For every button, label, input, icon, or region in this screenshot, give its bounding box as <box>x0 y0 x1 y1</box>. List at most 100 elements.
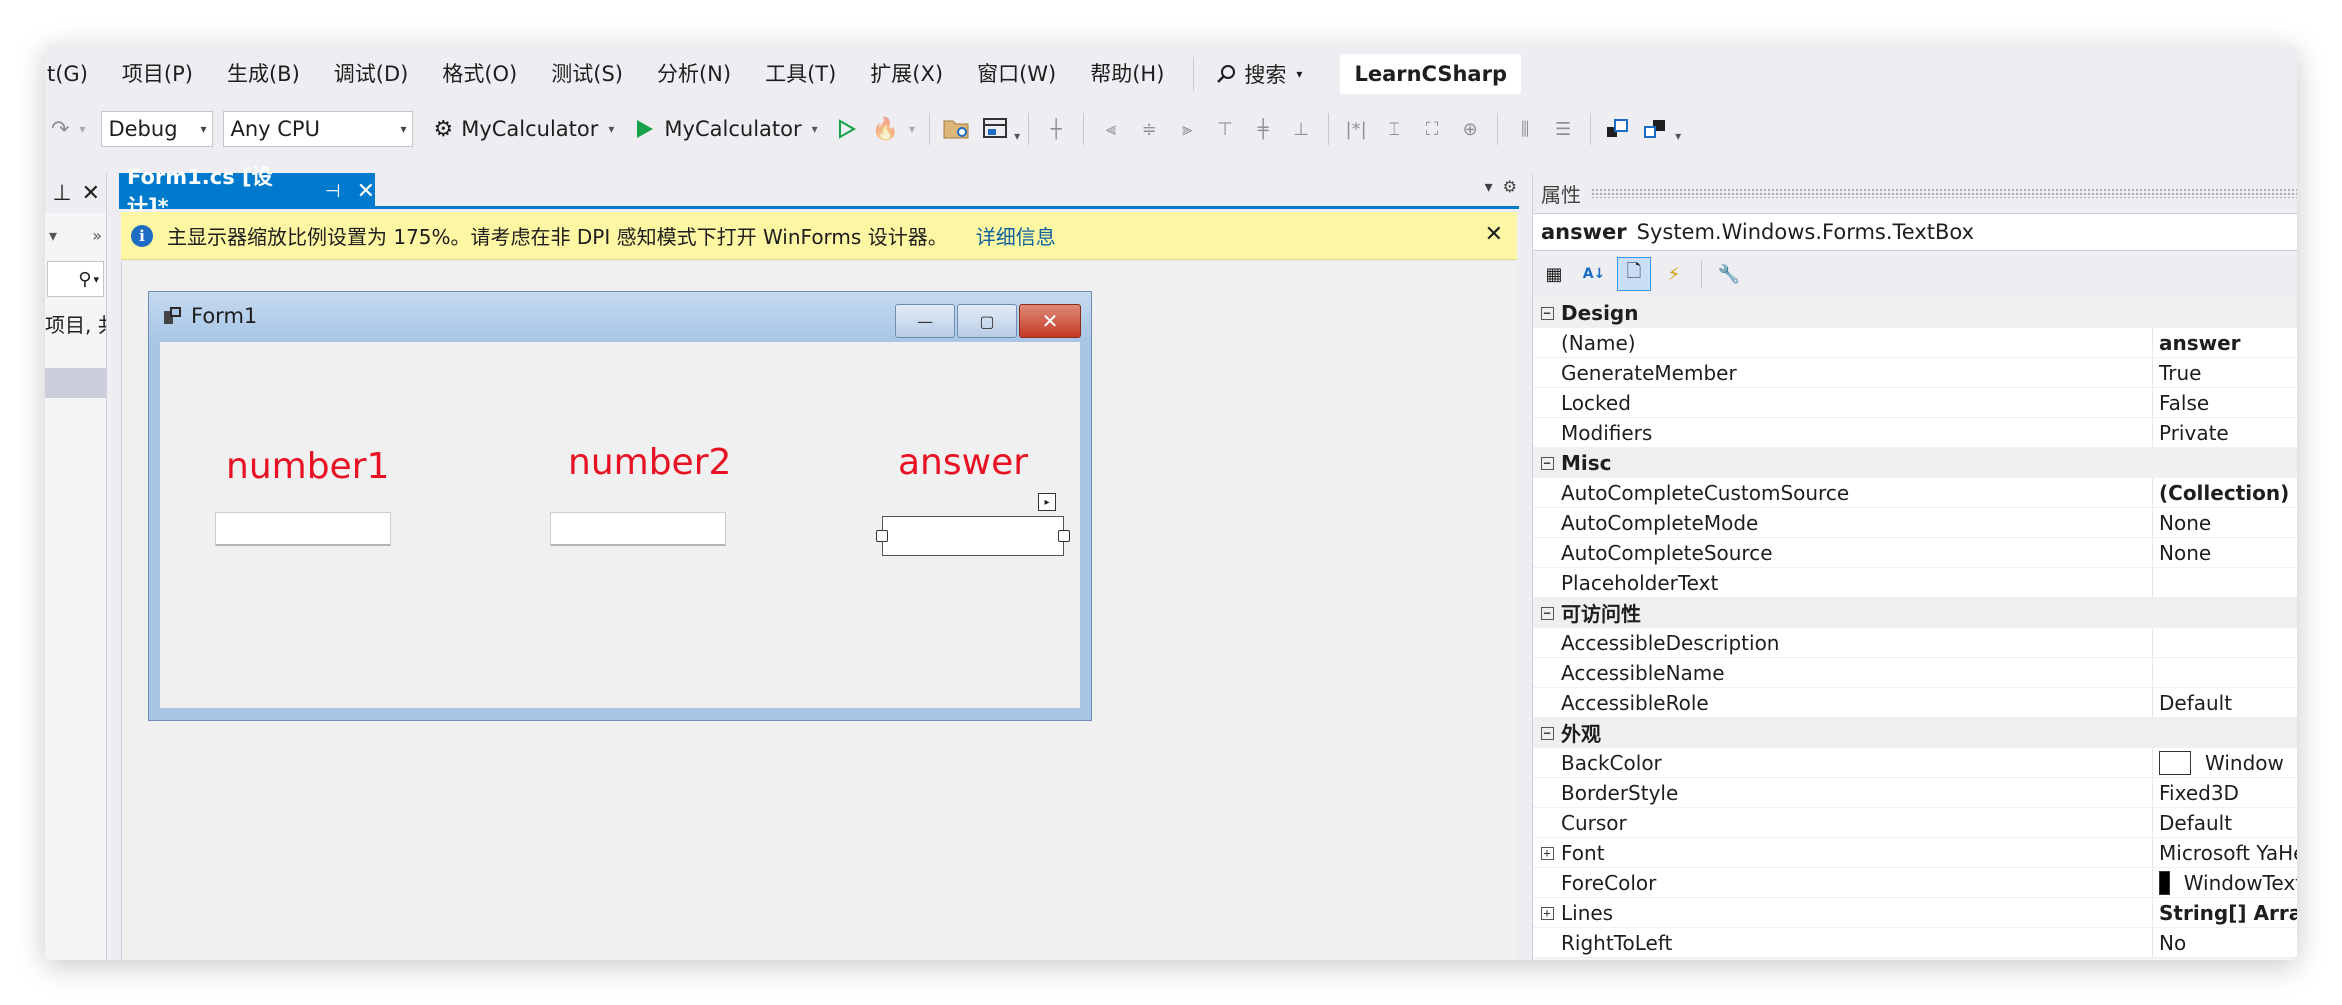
form1-window[interactable]: Form1 — ▢ ✕ number1 number2 answer ▸ <box>148 291 1092 721</box>
configuration-dropdown[interactable]: Debug ▾ <box>101 111 214 147</box>
properties-button[interactable]: 🗋 <box>1617 257 1651 291</box>
property-row[interactable]: PlaceholderText <box>1533 568 2297 598</box>
collapse-icon[interactable]: − <box>1533 725 1561 741</box>
layout-button[interactable] <box>980 114 1010 144</box>
selected-tree-item[interactable] <box>45 368 106 398</box>
property-row[interactable]: AutoCompleteMode None <box>1533 508 2297 538</box>
send-to-back-button[interactable] <box>1641 114 1671 144</box>
close-button[interactable]: ✕ <box>1019 304 1081 338</box>
pin-icon[interactable]: ⊥ <box>52 181 71 206</box>
property-value[interactable] <box>2152 628 2297 657</box>
category-accessibility[interactable]: − 可访问性 <box>1533 598 2297 628</box>
menu-project[interactable]: 项目(P) <box>105 45 210 103</box>
menu-format[interactable]: 格式(O) <box>425 45 534 103</box>
menu-analyze[interactable]: 分析(N) <box>640 45 748 103</box>
property-row[interactable]: BorderStyle Fixed3D <box>1533 778 2297 808</box>
start-debugging-button[interactable]: MyCalculator ▾ <box>630 109 823 149</box>
open-folder-button[interactable] <box>942 114 972 144</box>
vertical-spacing-button[interactable]: ☰ <box>1548 114 1578 144</box>
search-button[interactable]: 搜索 ▾ <box>1206 45 1312 103</box>
align-bottoms-button[interactable]: ⊥ <box>1286 114 1316 144</box>
category-misc[interactable]: − Misc <box>1533 448 2297 478</box>
close-icon[interactable]: ✕ <box>1485 222 1503 247</box>
answer-label[interactable]: answer <box>898 442 1028 483</box>
property-value[interactable] <box>2152 658 2297 687</box>
horizontal-spacing-button[interactable]: ⫼ <box>1510 114 1540 144</box>
property-row[interactable]: +LinesString[] Array <box>1533 898 2297 928</box>
property-row[interactable]: Locked False <box>1533 388 2297 418</box>
startup-project-button[interactable]: ⚙ MyCalculator ▾ <box>427 109 620 149</box>
menu-build[interactable]: 生成(B) <box>210 45 317 103</box>
hot-reload-button[interactable]: 🔥 ▾ <box>866 109 921 149</box>
property-value[interactable]: Fixed3D <box>2152 778 2297 807</box>
menu-debug[interactable]: 调试(D) <box>317 45 426 103</box>
align-tops-button[interactable]: ⊤ <box>1210 114 1240 144</box>
property-value[interactable]: String[] Array <box>2152 898 2297 927</box>
categorized-button[interactable]: ▦ <box>1537 257 1571 291</box>
property-value[interactable]: WindowText <box>2152 868 2297 897</box>
property-value[interactable]: True <box>2152 358 2297 387</box>
tab-list-dropdown-icon[interactable]: ▾ <box>1485 177 1493 196</box>
maximize-button[interactable]: ▢ <box>957 304 1017 338</box>
number1-label[interactable]: number1 <box>226 446 389 487</box>
property-row[interactable]: AutoCompleteCustomSource (Collection) <box>1533 478 2297 508</box>
gear-icon[interactable]: ⚙ <box>1503 177 1517 196</box>
bring-to-front-button[interactable] <box>1603 114 1633 144</box>
property-row[interactable]: (Name) answer <box>1533 328 2297 358</box>
overflow-icon[interactable]: » <box>92 226 102 245</box>
tab-form1-designer[interactable]: Form1.cs [设计]* ⊣ ✕ <box>119 165 375 219</box>
minimize-button[interactable]: — <box>895 304 955 338</box>
property-row[interactable]: AccessibleDescription <box>1533 628 2297 658</box>
property-value[interactable]: Default <box>2152 688 2297 717</box>
start-without-debugging-button[interactable] <box>832 114 862 144</box>
property-row[interactable]: ForeColor WindowText <box>1533 868 2297 898</box>
property-row[interactable]: Cursor Default <box>1533 808 2297 838</box>
chevron-down-icon[interactable]: ▾ <box>49 226 57 245</box>
expand-icon[interactable]: + <box>1533 905 1561 921</box>
property-row[interactable]: AutoCompleteSource None <box>1533 538 2297 568</box>
property-value[interactable]: False <box>2152 388 2297 417</box>
property-row[interactable]: AccessibleName <box>1533 658 2297 688</box>
menu-git[interactable]: t(G) <box>45 45 105 103</box>
close-icon[interactable]: ✕ <box>82 181 100 206</box>
resize-handle-left[interactable] <box>876 530 888 542</box>
menu-help[interactable]: 帮助(H) <box>1073 45 1181 103</box>
property-value[interactable]: Microsoft YaHei U <box>2152 838 2297 867</box>
number2-label[interactable]: number2 <box>568 442 731 483</box>
form-client-area[interactable]: number1 number2 answer ▸ <box>160 342 1080 708</box>
property-value[interactable]: None <box>2152 538 2297 567</box>
zoom-button[interactable]: ⊕ <box>1455 114 1485 144</box>
property-row[interactable]: GenerateMember True <box>1533 358 2297 388</box>
property-value[interactable]: No <box>2152 928 2297 957</box>
platform-dropdown[interactable]: Any CPU ▾ <box>223 111 414 147</box>
property-value[interactable]: Private <box>2152 418 2297 447</box>
property-value[interactable]: answer <box>2152 328 2297 357</box>
property-pages-button[interactable]: 🔧 <box>1712 257 1746 291</box>
align-to-grid-button[interactable]: ┼ <box>1041 114 1071 144</box>
property-value[interactable]: None <box>2152 508 2297 537</box>
menu-tools[interactable]: 工具(T) <box>748 45 853 103</box>
menu-window[interactable]: 窗口(W) <box>960 45 1073 103</box>
category-appearance[interactable]: − 外观 <box>1533 718 2297 748</box>
collapse-icon[interactable]: − <box>1533 605 1561 621</box>
menu-test[interactable]: 测试(S) <box>534 45 640 103</box>
pin-tab-icon[interactable]: ⊣ <box>325 181 341 202</box>
details-link[interactable]: 详细信息 <box>976 221 1056 250</box>
collapse-icon[interactable]: − <box>1533 305 1561 321</box>
property-row[interactable]: +FontMicrosoft YaHei U <box>1533 838 2297 868</box>
menu-extensions[interactable]: 扩展(X) <box>853 45 960 103</box>
align-middles-button[interactable]: ╪ <box>1248 114 1278 144</box>
align-rights-button[interactable]: ⫸ <box>1172 114 1202 144</box>
category-design[interactable]: − Design <box>1533 298 2297 328</box>
redo-button[interactable]: ↷ ▾ <box>45 109 91 149</box>
make-same-height-button[interactable]: ⌶ <box>1379 114 1409 144</box>
number2-textbox[interactable] <box>550 512 726 546</box>
resize-handle-right[interactable] <box>1058 530 1070 542</box>
panel-grip[interactable] <box>1591 188 2297 198</box>
property-value[interactable] <box>2152 568 2297 597</box>
align-centers-button[interactable]: ≑ <box>1134 114 1164 144</box>
property-row[interactable]: BackColor Window <box>1533 748 2297 778</box>
property-row[interactable]: Modifiers Private <box>1533 418 2297 448</box>
collapse-icon[interactable]: − <box>1533 455 1561 471</box>
number1-textbox[interactable] <box>215 512 391 546</box>
